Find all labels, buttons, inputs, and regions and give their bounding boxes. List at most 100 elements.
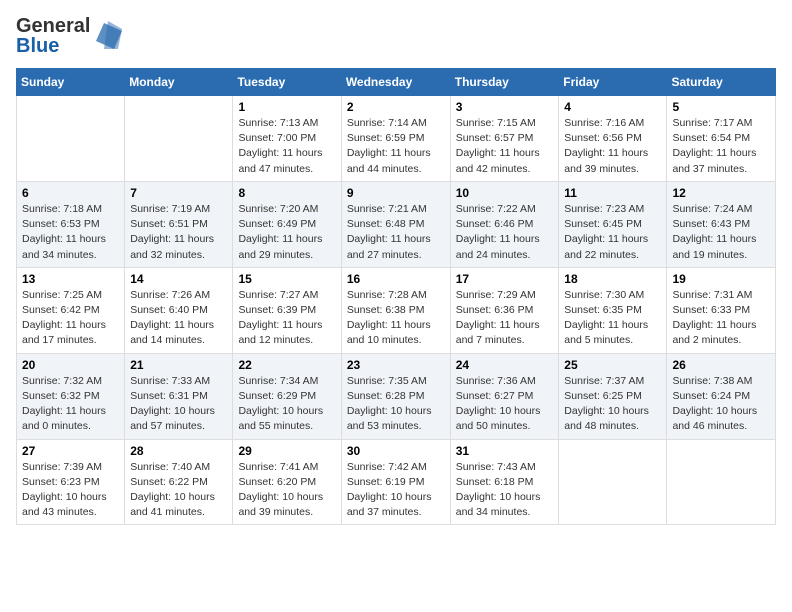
- day-number: 8: [238, 186, 335, 200]
- day-number: 10: [456, 186, 554, 200]
- day-info: Sunrise: 7:33 AMSunset: 6:31 PMDaylight:…: [130, 374, 227, 435]
- day-number: 5: [672, 100, 770, 114]
- day-cell: 19 Sunrise: 7:31 AMSunset: 6:33 PMDayligh…: [667, 267, 776, 353]
- day-number: 21: [130, 358, 227, 372]
- day-number: 6: [22, 186, 119, 200]
- day-info: Sunrise: 7:35 AMSunset: 6:28 PMDaylight:…: [347, 374, 445, 435]
- day-info: Sunrise: 7:32 AMSunset: 6:32 PMDaylight:…: [22, 374, 119, 435]
- week-row-1: 1 Sunrise: 7:13 AMSunset: 7:00 PMDaylight…: [17, 96, 776, 182]
- day-cell: [125, 96, 233, 182]
- calendar-table: SundayMondayTuesdayWednesdayThursdayFrid…: [16, 68, 776, 525]
- day-number: 14: [130, 272, 227, 286]
- day-cell: [17, 96, 125, 182]
- day-info: Sunrise: 7:20 AMSunset: 6:49 PMDaylight:…: [238, 202, 335, 263]
- col-header-thursday: Thursday: [450, 69, 559, 96]
- day-info: Sunrise: 7:25 AMSunset: 6:42 PMDaylight:…: [22, 288, 119, 349]
- day-number: 4: [564, 100, 661, 114]
- day-number: 18: [564, 272, 661, 286]
- day-info: Sunrise: 7:18 AMSunset: 6:53 PMDaylight:…: [22, 202, 119, 263]
- day-info: Sunrise: 7:13 AMSunset: 7:00 PMDaylight:…: [238, 116, 335, 177]
- day-number: 29: [238, 444, 335, 458]
- day-info: Sunrise: 7:39 AMSunset: 6:23 PMDaylight:…: [22, 460, 119, 521]
- day-cell: [559, 439, 667, 525]
- week-row-2: 6 Sunrise: 7:18 AMSunset: 6:53 PMDaylight…: [17, 181, 776, 267]
- day-number: 2: [347, 100, 445, 114]
- day-number: 28: [130, 444, 227, 458]
- day-cell: [667, 439, 776, 525]
- day-info: Sunrise: 7:24 AMSunset: 6:43 PMDaylight:…: [672, 202, 770, 263]
- day-info: Sunrise: 7:31 AMSunset: 6:33 PMDaylight:…: [672, 288, 770, 349]
- col-header-wednesday: Wednesday: [341, 69, 450, 96]
- day-cell: 2 Sunrise: 7:14 AMSunset: 6:59 PMDaylight…: [341, 96, 450, 182]
- day-cell: 25Sunrise: 7:37 AMSunset: 6:25 PMDayligh…: [559, 353, 667, 439]
- header-row: SundayMondayTuesdayWednesdayThursdayFrid…: [17, 69, 776, 96]
- day-cell: 21 Sunrise: 7:33 AMSunset: 6:31 PMDayligh…: [125, 353, 233, 439]
- day-number: 24: [456, 358, 554, 372]
- logo-blue: Blue: [16, 36, 90, 56]
- day-info: Sunrise: 7:38 AMSunset: 6:24 PMDaylight:…: [672, 374, 770, 435]
- logo-general: General: [16, 16, 90, 36]
- col-header-monday: Monday: [125, 69, 233, 96]
- day-cell: 26 Sunrise: 7:38 AMSunset: 6:24 PMDayligh…: [667, 353, 776, 439]
- day-cell: 28 Sunrise: 7:40 AMSunset: 6:22 PMDayligh…: [125, 439, 233, 525]
- day-info: Sunrise: 7:29 AMSunset: 6:36 PMDaylight:…: [456, 288, 554, 349]
- day-number: 30: [347, 444, 445, 458]
- day-number: 3: [456, 100, 554, 114]
- day-cell: 15 Sunrise: 7:27 AMSunset: 6:39 PMDayligh…: [233, 267, 341, 353]
- day-cell: 16Sunrise: 7:28 AMSunset: 6:38 PMDayligh…: [341, 267, 450, 353]
- day-cell: 14 Sunrise: 7:26 AMSunset: 6:40 PMDayligh…: [125, 267, 233, 353]
- day-info: Sunrise: 7:27 AMSunset: 6:39 PMDaylight:…: [238, 288, 335, 349]
- day-number: 16: [347, 272, 445, 286]
- day-cell: 24 Sunrise: 7:36 AMSunset: 6:27 PMDayligh…: [450, 353, 559, 439]
- col-header-saturday: Saturday: [667, 69, 776, 96]
- day-number: 7: [130, 186, 227, 200]
- day-number: 12: [672, 186, 770, 200]
- day-number: 22: [238, 358, 335, 372]
- logo-icon: [94, 21, 122, 51]
- day-cell: 11 Sunrise: 7:23 AMSunset: 6:45 PMDayligh…: [559, 181, 667, 267]
- day-info: Sunrise: 7:26 AMSunset: 6:40 PMDaylight:…: [130, 288, 227, 349]
- day-number: 31: [456, 444, 554, 458]
- week-row-5: 27Sunrise: 7:39 AMSunset: 6:23 PMDayligh…: [17, 439, 776, 525]
- col-header-sunday: Sunday: [17, 69, 125, 96]
- week-row-3: 13Sunrise: 7:25 AMSunset: 6:42 PMDayligh…: [17, 267, 776, 353]
- day-cell: 1 Sunrise: 7:13 AMSunset: 7:00 PMDaylight…: [233, 96, 341, 182]
- page-header: General Blue: [16, 16, 776, 56]
- col-header-friday: Friday: [559, 69, 667, 96]
- day-number: 23: [347, 358, 445, 372]
- week-row-4: 20 Sunrise: 7:32 AMSunset: 6:32 PMDayligh…: [17, 353, 776, 439]
- day-info: Sunrise: 7:36 AMSunset: 6:27 PMDaylight:…: [456, 374, 554, 435]
- day-info: Sunrise: 7:14 AMSunset: 6:59 PMDaylight:…: [347, 116, 445, 177]
- day-cell: 10 Sunrise: 7:22 AMSunset: 6:46 PMDayligh…: [450, 181, 559, 267]
- day-info: Sunrise: 7:17 AMSunset: 6:54 PMDaylight:…: [672, 116, 770, 177]
- day-info: Sunrise: 7:19 AMSunset: 6:51 PMDaylight:…: [130, 202, 227, 263]
- day-info: Sunrise: 7:30 AMSunset: 6:35 PMDaylight:…: [564, 288, 661, 349]
- day-cell: 27Sunrise: 7:39 AMSunset: 6:23 PMDayligh…: [17, 439, 125, 525]
- day-cell: 9 Sunrise: 7:21 AMSunset: 6:48 PMDaylight…: [341, 181, 450, 267]
- day-cell: 13Sunrise: 7:25 AMSunset: 6:42 PMDayligh…: [17, 267, 125, 353]
- day-cell: 20 Sunrise: 7:32 AMSunset: 6:32 PMDayligh…: [17, 353, 125, 439]
- day-number: 9: [347, 186, 445, 200]
- day-number: 15: [238, 272, 335, 286]
- day-info: Sunrise: 7:15 AMSunset: 6:57 PMDaylight:…: [456, 116, 554, 177]
- day-cell: 17 Sunrise: 7:29 AMSunset: 6:36 PMDayligh…: [450, 267, 559, 353]
- day-info: Sunrise: 7:16 AMSunset: 6:56 PMDaylight:…: [564, 116, 661, 177]
- day-number: 19: [672, 272, 770, 286]
- day-number: 20: [22, 358, 119, 372]
- day-info: Sunrise: 7:23 AMSunset: 6:45 PMDaylight:…: [564, 202, 661, 263]
- day-number: 1: [238, 100, 335, 114]
- day-info: Sunrise: 7:43 AMSunset: 6:18 PMDaylight:…: [456, 460, 554, 521]
- day-info: Sunrise: 7:42 AMSunset: 6:19 PMDaylight:…: [347, 460, 445, 521]
- day-number: 26: [672, 358, 770, 372]
- day-number: 11: [564, 186, 661, 200]
- day-cell: 18 Sunrise: 7:30 AMSunset: 6:35 PMDayligh…: [559, 267, 667, 353]
- day-cell: 30 Sunrise: 7:42 AMSunset: 6:19 PMDayligh…: [341, 439, 450, 525]
- day-info: Sunrise: 7:22 AMSunset: 6:46 PMDaylight:…: [456, 202, 554, 263]
- day-info: Sunrise: 7:40 AMSunset: 6:22 PMDaylight:…: [130, 460, 227, 521]
- col-header-tuesday: Tuesday: [233, 69, 341, 96]
- day-cell: 8 Sunrise: 7:20 AMSunset: 6:49 PMDaylight…: [233, 181, 341, 267]
- day-cell: 29Sunrise: 7:41 AMSunset: 6:20 PMDayligh…: [233, 439, 341, 525]
- day-number: 25: [564, 358, 661, 372]
- day-number: 17: [456, 272, 554, 286]
- day-info: Sunrise: 7:21 AMSunset: 6:48 PMDaylight:…: [347, 202, 445, 263]
